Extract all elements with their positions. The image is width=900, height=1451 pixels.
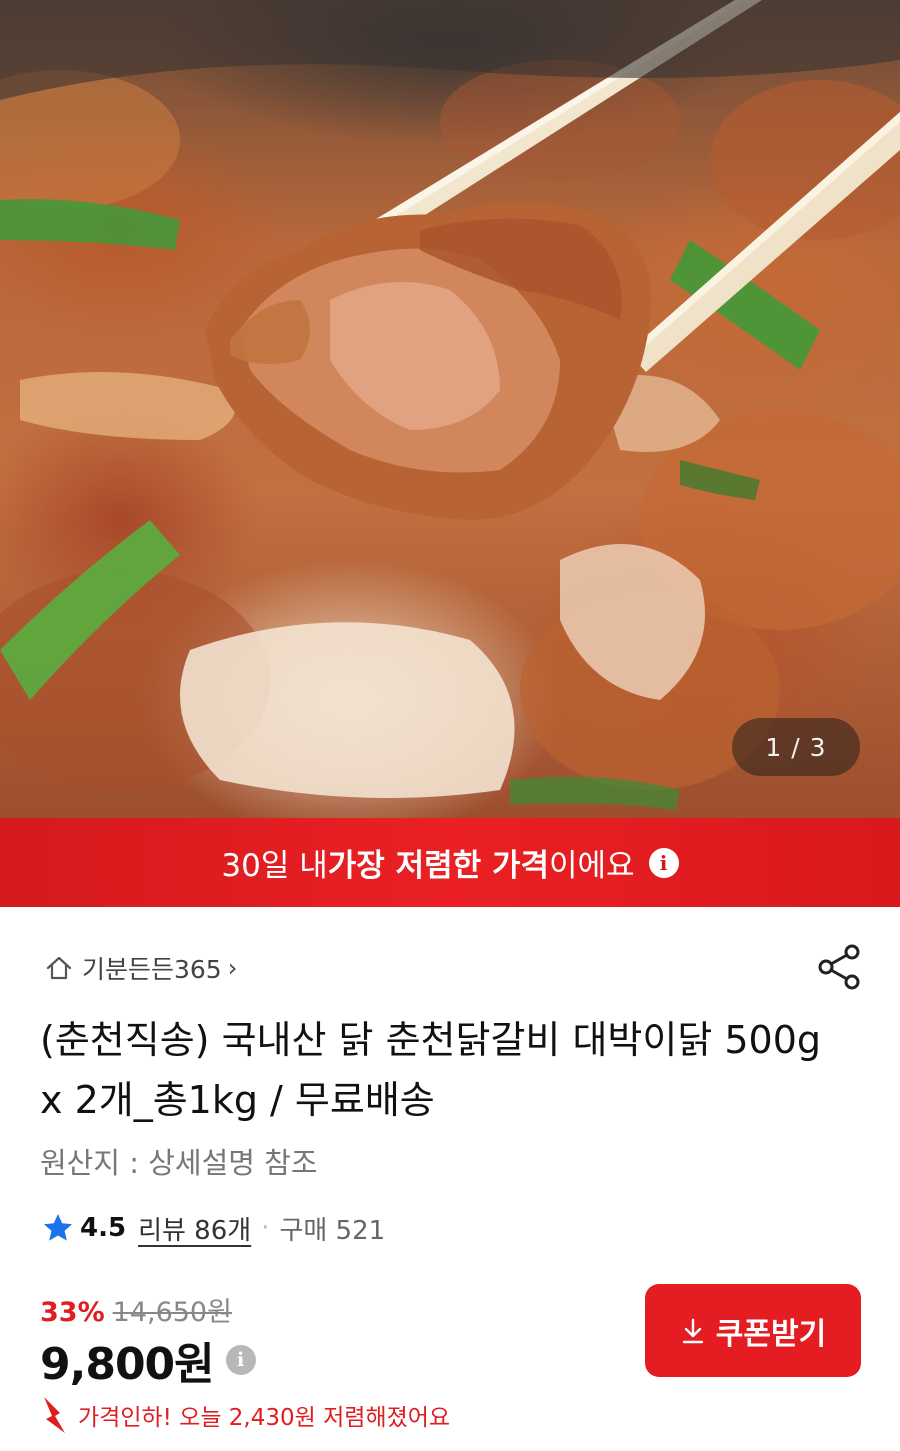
- price-info-icon[interactable]: i: [225, 1345, 256, 1375]
- banner-prefix: 30일 내: [221, 848, 328, 884]
- gallery-page-indicator: 1 / 3: [732, 718, 860, 776]
- banner-suffix: 이에요: [549, 848, 635, 884]
- home-icon: [46, 956, 72, 980]
- price-down-arrow-icon: [44, 1397, 65, 1433]
- star-icon: [44, 1214, 72, 1241]
- coupon-button[interactable]: 쿠폰받기: [645, 1284, 861, 1377]
- banner-highlight: 가장 저렴한 가격: [327, 848, 549, 884]
- price-drop-message: 가격인하! 오늘 2,430원 저렴해졌어요: [78, 1405, 451, 1431]
- store-name: 기분든든365: [82, 955, 222, 984]
- purchase-count: 구매 521: [279, 1215, 386, 1246]
- info-icon[interactable]: i: [648, 847, 679, 878]
- lowest-price-banner[interactable]: 30일 내 가장 저렴한 가격 이에요 i: [0, 818, 900, 907]
- product-title: (춘천직송) 국내산 닭 춘천닭갈비 대박이닭 500g x 2개_총1kg /…: [40, 1018, 822, 1122]
- share-icon[interactable]: [816, 942, 864, 992]
- rating-row: 4.5 리뷰 86개 · 구매 521: [42, 1208, 385, 1248]
- coupon-label: 쿠폰받기: [715, 1316, 827, 1352]
- sale-price: 9,800원: [40, 1339, 215, 1390]
- price-row: 9,800원 i: [40, 1328, 256, 1392]
- product-photo: [0, 0, 900, 810]
- store-link[interactable]: 기분든든365 ›: [44, 948, 237, 988]
- product-origin: 원산지 : 상세설명 참조: [40, 1146, 318, 1180]
- review-count-link[interactable]: 리뷰 86개: [138, 1210, 251, 1247]
- rating-score: 4.5: [80, 1213, 127, 1243]
- discount-rate: 33%: [40, 1297, 105, 1328]
- original-price: 14,650원: [112, 1297, 232, 1328]
- chevron-right-icon: ›: [227, 954, 238, 982]
- separator-dot: ·: [261, 1213, 270, 1243]
- product-image-gallery[interactable]: 1 / 3: [0, 0, 900, 818]
- discount-row: 33% 14,650원: [40, 1290, 232, 1329]
- download-icon: [682, 1318, 703, 1343]
- price-drop-notice: 가격인하! 오늘 2,430원 저렴해졌어요: [40, 1395, 450, 1435]
